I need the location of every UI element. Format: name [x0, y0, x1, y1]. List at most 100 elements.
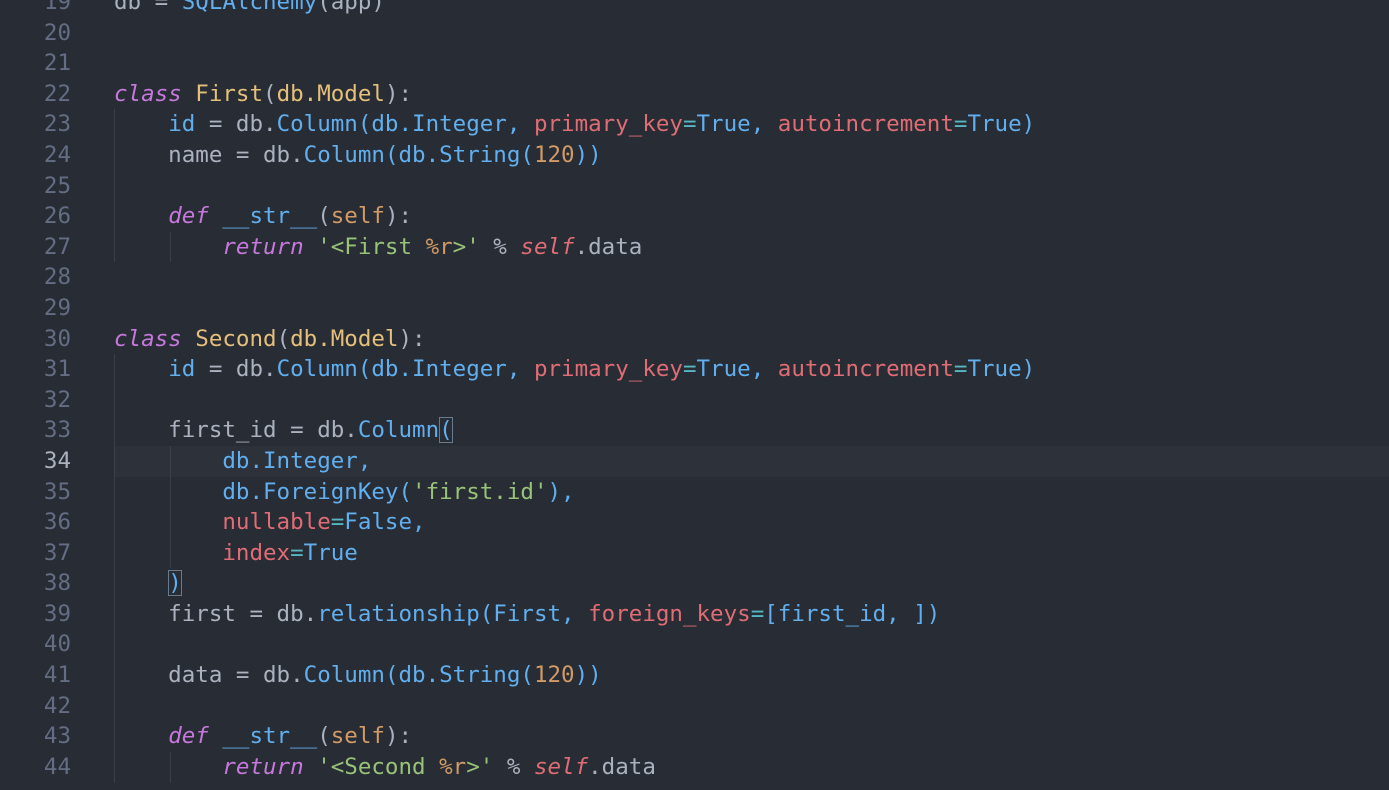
code-line[interactable]: 30 class Second(db.Model):	[0, 324, 1389, 355]
code-token: ))	[574, 141, 602, 168]
code-line[interactable]: 32	[0, 385, 1389, 416]
code-text: db.ForeignKey('first.id'),	[114, 477, 575, 508]
line-number: 21	[43, 50, 71, 77]
code-line-current[interactable]: 34 db.Integer,	[0, 445, 1389, 477]
code-token: %r	[439, 753, 467, 780]
code-text: db.Integer,	[114, 446, 371, 477]
code-text: first = db.relationship(First, foreign_k…	[114, 599, 940, 630]
code-text: nullable=False,	[114, 507, 425, 538]
code-line[interactable]: 25	[0, 171, 1389, 202]
code-text: id = db.Column(db.Integer, primary_key=T…	[114, 354, 1035, 385]
code-line[interactable]: 26 def __str__(self):	[0, 201, 1389, 232]
code-line[interactable]: 27 return '<First %r>' % self.data	[0, 232, 1389, 263]
code-line[interactable]: 28	[0, 262, 1389, 293]
code-token: ,	[750, 356, 778, 383]
code-token: .data	[574, 233, 643, 260]
code-line[interactable]: 23 id = db.Column(db.Integer, primary_ke…	[0, 109, 1389, 140]
line-number: 27	[43, 233, 71, 260]
code-token: self	[533, 753, 589, 780]
code-line[interactable]: 44 return '<Second %r>' % self.data	[0, 752, 1389, 783]
line-number: 35	[43, 478, 71, 505]
code-line[interactable]: 40	[0, 629, 1389, 660]
code-token: Column	[357, 417, 440, 444]
code-lines[interactable]: 19 db = SQLAlchemy(app) 20 21 22 class First (…	[0, 0, 1389, 782]
code-line[interactable]: 39 first = db.relationship(First, foreig…	[0, 599, 1389, 630]
code-token: True	[967, 111, 1022, 138]
line-number: 34	[43, 447, 71, 474]
code-line[interactable]: 20	[0, 18, 1389, 49]
code-token: return	[222, 233, 304, 260]
line-number: 43	[43, 723, 71, 750]
indent-guide	[114, 109, 115, 263]
line-number: 33	[43, 417, 71, 444]
indent-guide	[114, 354, 115, 783]
code-token: (db.String(	[384, 141, 534, 168]
code-token: id	[168, 356, 196, 383]
code-token: class	[114, 80, 182, 107]
code-token: =	[682, 111, 697, 138]
code-line[interactable]: 35 db.ForeignKey('first.id'),	[0, 477, 1389, 508]
code-token: db.Model	[276, 80, 385, 107]
code-line[interactable]: 22 class First(db.Model):	[0, 79, 1389, 110]
code-token: =	[953, 356, 968, 383]
code-token: (	[276, 325, 291, 352]
code-token: =	[953, 111, 968, 138]
code-text: data = db.Column(db.String(120))	[114, 660, 602, 691]
code-token: First	[195, 80, 264, 107]
line-number: 22	[43, 80, 71, 107]
code-line[interactable]: 36 nullable=False,	[0, 507, 1389, 538]
line-number: 44	[43, 753, 71, 780]
code-token: ):	[384, 723, 413, 750]
code-token: autoincrement	[777, 111, 954, 138]
code-token: data = db.	[114, 662, 304, 689]
code-text: id = db.Column(db.Integer, primary_key=T…	[114, 109, 1035, 140]
code-token: (	[317, 203, 331, 230]
code-line[interactable]: 42	[0, 691, 1389, 722]
code-token: )	[1021, 356, 1036, 383]
code-text: name = db.Column(db.String(120))	[114, 140, 602, 171]
code-token: self	[330, 723, 385, 750]
code-token: ),	[547, 478, 575, 505]
code-line[interactable]: 21	[0, 48, 1389, 79]
code-token: '<First	[317, 233, 426, 260]
line-number: 24	[43, 141, 71, 168]
code-token: = db.	[195, 356, 277, 383]
code-text: )	[114, 568, 182, 599]
code-token: autoincrement	[777, 356, 954, 383]
code-token: 120	[533, 141, 575, 168]
code-token: db.Integer,	[222, 447, 372, 474]
code-token: ,	[750, 111, 778, 138]
code-line[interactable]: 38 )	[0, 568, 1389, 599]
line-number: 39	[43, 600, 71, 627]
code-line[interactable]: 31 id = db.Column(db.Integer, primary_ke…	[0, 354, 1389, 385]
code-token: (db.Integer,	[357, 111, 534, 138]
code-token: name = db.	[114, 141, 304, 168]
code-token: SQLAlchemy	[181, 0, 318, 15]
code-text: def __str__(self):	[114, 201, 412, 232]
indent-guide	[170, 446, 171, 569]
code-line[interactable]: 29	[0, 293, 1389, 324]
line-number: 23	[43, 111, 71, 138]
line-number: 29	[43, 294, 71, 321]
code-text: def __str__(self):	[114, 721, 412, 752]
code-line[interactable]: 41 data = db.Column(db.String(120))	[0, 660, 1389, 691]
line-number: 42	[43, 692, 71, 719]
code-line[interactable]: 37 index=True	[0, 538, 1389, 569]
code-line[interactable]: 33 first_id = db.Column(	[0, 415, 1389, 446]
code-line[interactable]: 43 def __str__(self):	[0, 721, 1389, 752]
code-line[interactable]: 24 name = db.Column(db.String(120))	[0, 140, 1389, 171]
code-editor[interactable]: 19 db = SQLAlchemy(app) 20 21 22 class First (…	[0, 0, 1389, 790]
code-token: %	[493, 753, 534, 780]
code-text: class Second(db.Model):	[114, 324, 426, 355]
code-token: (db.Integer,	[357, 356, 534, 383]
code-token: Column	[303, 662, 385, 689]
code-line[interactable]: 19 db = SQLAlchemy(app)	[0, 0, 1389, 18]
indent-guide	[170, 752, 171, 783]
